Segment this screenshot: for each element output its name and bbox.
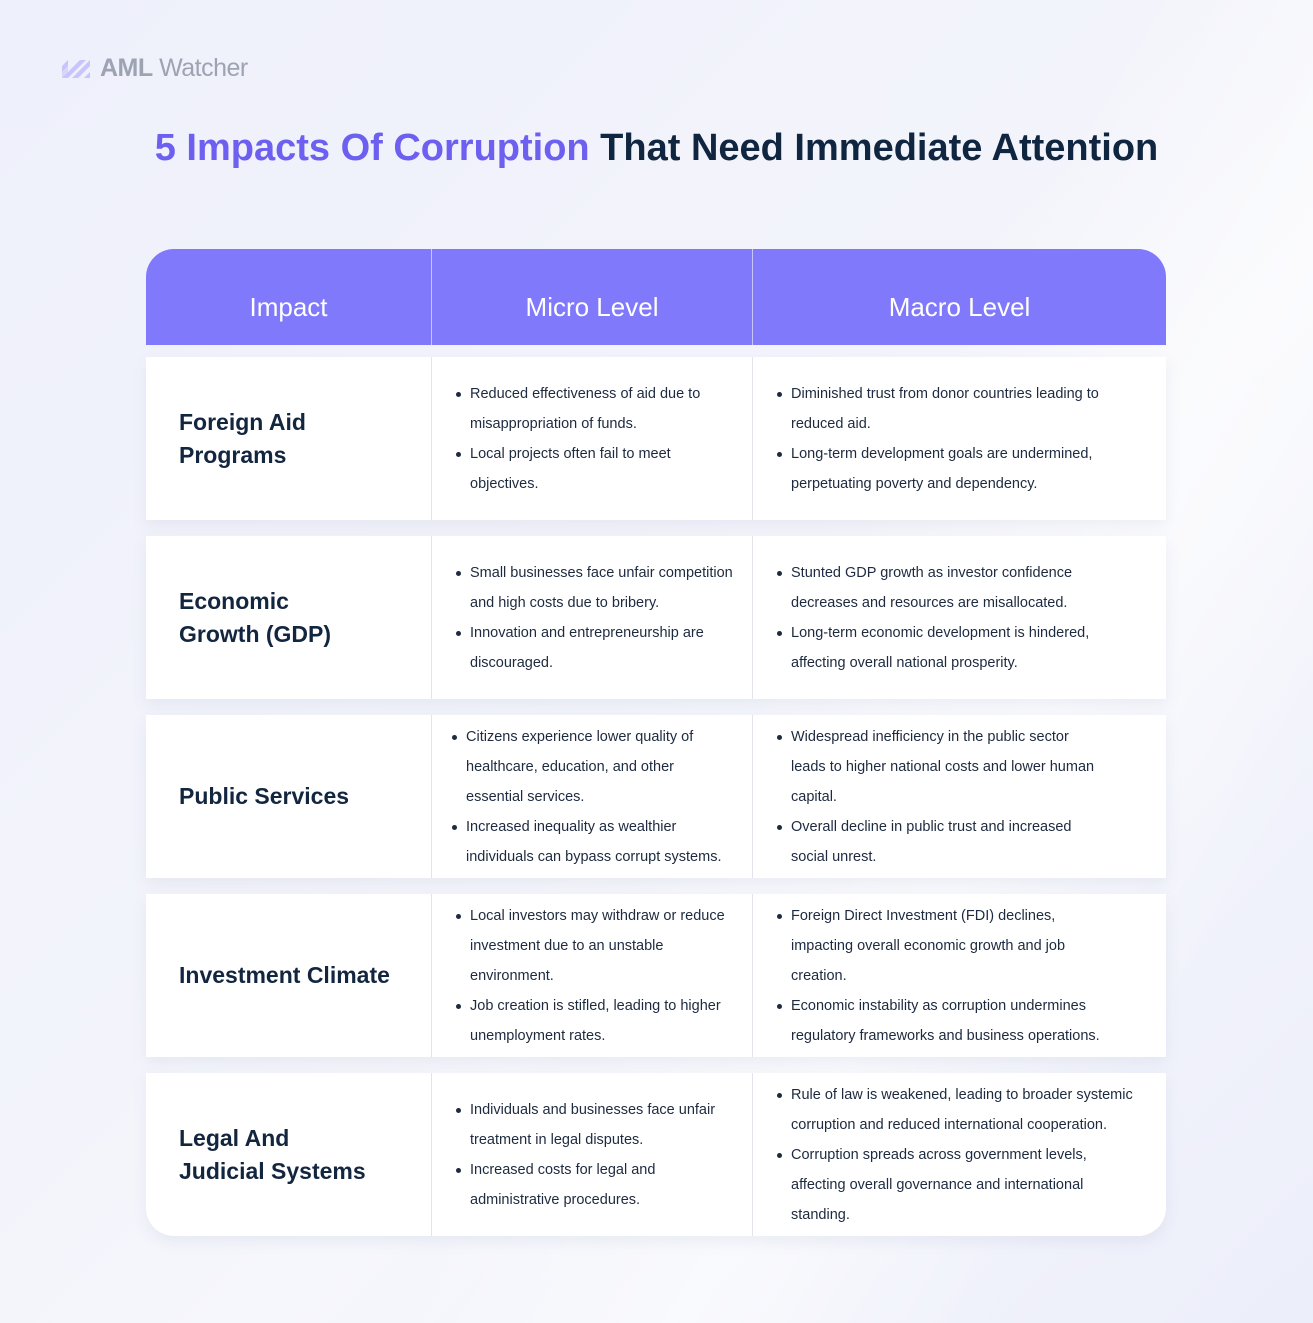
table-row: Public Services Citizens experience lowe… — [146, 715, 1166, 878]
impact-cell: Investment Climate — [146, 894, 431, 1057]
impact-cell: Public Services — [146, 715, 431, 878]
striped-slash-logo-icon — [62, 60, 90, 78]
macro-list: Stunted GDP growth as investor confidenc… — [753, 558, 1166, 678]
list-item: Local projects often fail to meet object… — [456, 439, 734, 499]
list-item: Citizens experience lower quality of hea… — [452, 722, 734, 812]
page-title-accent: 5 Impacts Of Corruption — [154, 127, 590, 169]
table-row: Investment Climate Local investors may w… — [146, 894, 1166, 1057]
macro-cell: Foreign Direct Investment (FDI) declines… — [752, 894, 1166, 1057]
header-micro-level: Micro Level — [431, 249, 752, 345]
list-item: Individuals and businesses face unfair t… — [456, 1095, 734, 1155]
list-item: Increased costs for legal and administra… — [456, 1155, 734, 1215]
impact-label: Public Services — [179, 783, 350, 809]
micro-list: Citizens experience lower quality of hea… — [432, 722, 752, 872]
impact-label: Investment Climate — [179, 962, 390, 988]
impact-cell: Legal And Judicial Systems — [146, 1073, 431, 1236]
list-item: Small businesses face unfair competition… — [456, 558, 734, 618]
table-row: Foreign Aid Programs Reduced effectivene… — [146, 357, 1166, 520]
brand-name-light: Watcher — [159, 53, 248, 82]
list-item: Local investors may withdraw or reduce i… — [456, 901, 734, 991]
list-item: Increased inequality as wealthier indivi… — [452, 812, 734, 872]
brand-name-strong: AML — [100, 53, 153, 82]
macro-cell: Widespread inefficiency in the public se… — [752, 715, 1166, 878]
list-item: Stunted GDP growth as investor confidenc… — [777, 558, 1106, 618]
micro-cell: Reduced effectiveness of aid due to misa… — [431, 357, 752, 520]
list-item: Reduced effectiveness of aid due to misa… — [456, 379, 734, 439]
macro-list: Rule of law is weakened, leading to broa… — [753, 1080, 1166, 1230]
impact-cell: Foreign Aid Programs — [146, 357, 431, 520]
list-item: Long-term development goals are undermin… — [777, 439, 1148, 499]
micro-list: Individuals and businesses face unfair t… — [432, 1095, 752, 1215]
impact-label: Foreign Aid Programs — [179, 408, 306, 468]
impact-cell: Economic Growth (GDP) — [146, 536, 431, 699]
list-item: Widespread inefficiency in the public se… — [777, 722, 1106, 812]
page-title-rest: That Need Immediate Attention — [589, 127, 1159, 169]
header-impact: Impact — [249, 292, 328, 322]
micro-cell: Local investors may withdraw or reduce i… — [431, 894, 752, 1057]
macro-list: Widespread inefficiency in the public se… — [753, 722, 1166, 872]
list-item: Diminished trust from donor countries le… — [777, 379, 1148, 439]
list-item: Foreign Direct Investment (FDI) declines… — [777, 901, 1116, 991]
list-item: Innovation and entrepreneurship are disc… — [456, 618, 734, 678]
header-macro-level: Macro Level — [752, 249, 1166, 345]
micro-cell: Individuals and businesses face unfair t… — [431, 1073, 752, 1236]
macro-cell: Diminished trust from donor countries le… — [752, 357, 1166, 520]
micro-cell: Small businesses face unfair competition… — [431, 536, 752, 699]
micro-list: Reduced effectiveness of aid due to misa… — [432, 379, 752, 499]
list-item: Long-term economic development is hinder… — [777, 618, 1106, 678]
table-header: Impact Micro Level Macro Level — [146, 249, 1166, 345]
macro-cell: Rule of law is weakened, leading to broa… — [752, 1073, 1166, 1236]
impacts-table: Impact Micro Level Macro Level Foreign A… — [146, 249, 1166, 1236]
list-item: Job creation is stifled, leading to high… — [456, 991, 734, 1051]
list-item: Rule of law is weakened, leading to broa… — [777, 1080, 1142, 1140]
list-item: Corruption spreads across government lev… — [777, 1140, 1142, 1230]
impact-label: Legal And Judicial Systems — [179, 1124, 366, 1184]
macro-list: Diminished trust from donor countries le… — [753, 379, 1166, 499]
table-row: Legal And Judicial Systems Individuals a… — [146, 1073, 1166, 1236]
impact-label: Economic Growth (GDP) — [179, 587, 332, 647]
brand-logo: AML Watcher — [60, 52, 248, 84]
page-title: 5 Impacts Of Corruption That Need Immedi… — [0, 118, 1313, 178]
brand-name: AML Watcher — [100, 54, 248, 83]
list-item: Overall decline in public trust and incr… — [777, 812, 1106, 872]
macro-cell: Stunted GDP growth as investor confidenc… — [752, 536, 1166, 699]
macro-list: Foreign Direct Investment (FDI) declines… — [753, 901, 1166, 1051]
list-item: Economic instability as corruption under… — [777, 991, 1116, 1051]
table-row: Economic Growth (GDP) Small businesses f… — [146, 536, 1166, 699]
micro-list: Local investors may withdraw or reduce i… — [432, 901, 752, 1051]
micro-list: Small businesses face unfair competition… — [432, 558, 752, 678]
micro-cell: Citizens experience lower quality of hea… — [431, 715, 752, 878]
